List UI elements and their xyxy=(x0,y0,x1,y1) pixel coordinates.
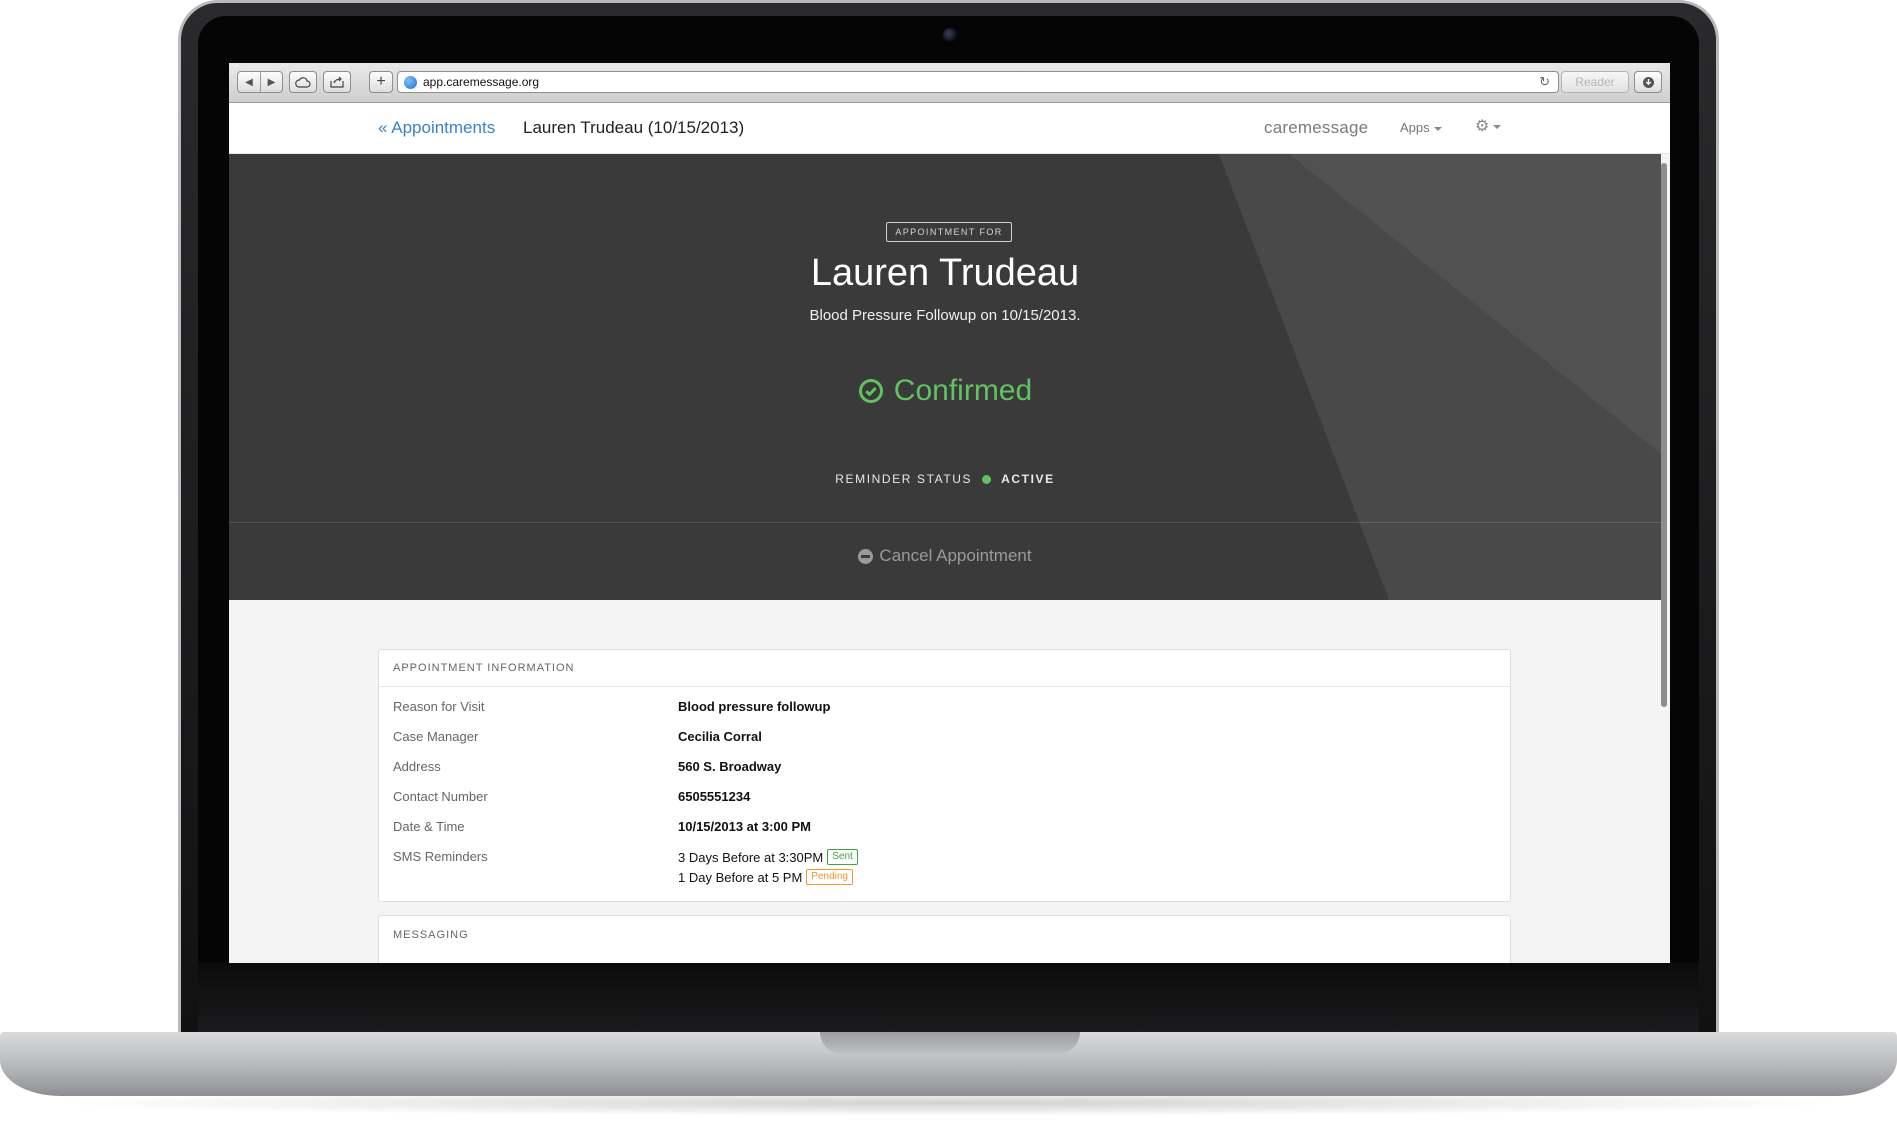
info-row-date-time: Date & Time 10/15/2013 at 3:00 PM xyxy=(379,819,1512,845)
reader-button[interactable]: Reader xyxy=(1561,71,1629,93)
info-row-sms-reminders: SMS Reminders 3 Days Before at 3:30PM Se… xyxy=(379,849,1512,895)
hero-content: APPOINTMENT FOR Lauren Trudeau Blood Pre… xyxy=(229,154,1661,600)
info-label: Date & Time xyxy=(393,819,465,834)
info-value: 10/15/2013 at 3:00 PM xyxy=(678,819,811,834)
confirmation-status: Confirmed xyxy=(229,374,1661,408)
sms-reminder-item: 1 Day Before at 5 PM Pending xyxy=(678,869,853,885)
apps-dropdown[interactable]: Apps xyxy=(1400,120,1442,135)
status-text: Confirmed xyxy=(893,374,1033,407)
app-navbar: « Appointments Lauren Trudeau (10/15/201… xyxy=(229,103,1670,154)
cloud-icon xyxy=(295,76,311,88)
screen: ◀ ▶ + app.caremessage.org ↻ Reader « App… xyxy=(229,63,1670,963)
chevron-down-icon xyxy=(1493,124,1502,129)
patient-name: Lauren Trudeau xyxy=(810,252,1080,294)
appointment-for-badge: APPOINTMENT FOR xyxy=(886,222,1012,242)
brand-logo[interactable]: caremessage xyxy=(1264,118,1368,138)
reload-icon[interactable]: ↻ xyxy=(1539,74,1550,90)
download-icon xyxy=(1642,76,1654,88)
info-value: Cecilia Corral xyxy=(678,729,762,744)
bezel-bottom xyxy=(198,962,1699,1040)
info-label: Reason for Visit xyxy=(393,699,485,714)
info-label: Case Manager xyxy=(393,729,479,744)
appointment-information-panel: APPOINTMENT INFORMATION Reason for Visit… xyxy=(378,649,1511,902)
info-label: Address xyxy=(393,759,441,774)
page-title: Lauren Trudeau (10/15/2013) xyxy=(523,118,745,137)
chevron-down-icon xyxy=(1433,126,1442,131)
cancel-appointment-label: Cancel Appointment xyxy=(879,546,1032,565)
url-text: app.caremessage.org xyxy=(423,75,540,89)
info-row-case-manager: Case Manager Cecilia Corral xyxy=(379,729,1512,755)
back-to-appointments-link[interactable]: « Appointments xyxy=(378,118,495,138)
info-row-contact-number: Contact Number 6505551234 xyxy=(379,789,1512,815)
address-bar[interactable]: app.caremessage.org ↻ xyxy=(397,71,1559,93)
panel-heading: APPOINTMENT INFORMATION xyxy=(379,650,1510,687)
settings-dropdown[interactable]: ⚙ xyxy=(1475,116,1502,136)
globe-icon xyxy=(404,75,417,89)
appointment-subtitle: Blood Pressure Followup on 10/15/2013. xyxy=(809,307,1081,324)
info-label: SMS Reminders xyxy=(393,849,488,864)
reminder-status-value: ACTIVE xyxy=(1001,472,1055,486)
downloads-button[interactable] xyxy=(1634,71,1662,93)
cancel-appointment-button[interactable]: Cancel Appointment xyxy=(229,546,1661,566)
laptop-opening-notch xyxy=(820,1032,1080,1054)
gear-icon: ⚙ xyxy=(1475,118,1490,135)
forward-arrow-icon[interactable]: ▶ xyxy=(260,72,282,92)
reminder-status-label: REMINDER STATUS xyxy=(835,472,973,486)
sms-reminder-text: 3 Days Before at 3:30PM xyxy=(678,849,824,865)
info-value: Blood pressure followup xyxy=(678,699,831,714)
minus-circle-icon xyxy=(858,548,874,564)
status-badge: Pending xyxy=(806,869,853,885)
browser-toolbar: ◀ ▶ + app.caremessage.org ↻ Reader xyxy=(229,63,1670,103)
status-badge: Sent xyxy=(827,849,858,865)
scrollbar[interactable] xyxy=(1661,163,1667,707)
share-icon xyxy=(330,76,344,88)
sms-reminder-item: 3 Days Before at 3:30PM Sent xyxy=(678,849,858,865)
panel-heading: MESSAGING xyxy=(393,928,469,941)
plus-icon: + xyxy=(376,73,386,90)
messaging-panel: MESSAGING xyxy=(378,915,1511,963)
hero-divider xyxy=(229,522,1661,523)
info-label: Contact Number xyxy=(393,789,488,804)
share-button[interactable] xyxy=(323,71,351,93)
info-value: 560 S. Broadway xyxy=(678,759,782,774)
laptop-mockup: ◀ ▶ + app.caremessage.org ↻ Reader « App… xyxy=(0,0,1897,1129)
new-tab-button[interactable]: + xyxy=(369,71,393,93)
back-arrow-icon[interactable]: ◀ xyxy=(238,72,260,92)
appointment-hero: APPOINTMENT FOR Lauren Trudeau Blood Pre… xyxy=(229,154,1661,600)
apps-label: Apps xyxy=(1400,120,1430,135)
icloud-tabs-button[interactable] xyxy=(289,71,317,93)
sms-reminder-text: 1 Day Before at 5 PM xyxy=(678,869,803,885)
info-value: 6505551234 xyxy=(678,789,751,804)
check-circle-icon xyxy=(858,379,883,403)
active-dot-icon xyxy=(982,474,992,484)
info-row-reason: Reason for Visit Blood pressure followup xyxy=(379,699,1512,725)
camera-icon xyxy=(943,28,957,42)
reminder-status: REMINDER STATUS ACTIVE xyxy=(229,472,1661,486)
info-row-address: Address 560 S. Broadway xyxy=(379,759,1512,785)
back-forward-buttons: ◀ ▶ xyxy=(237,71,283,93)
